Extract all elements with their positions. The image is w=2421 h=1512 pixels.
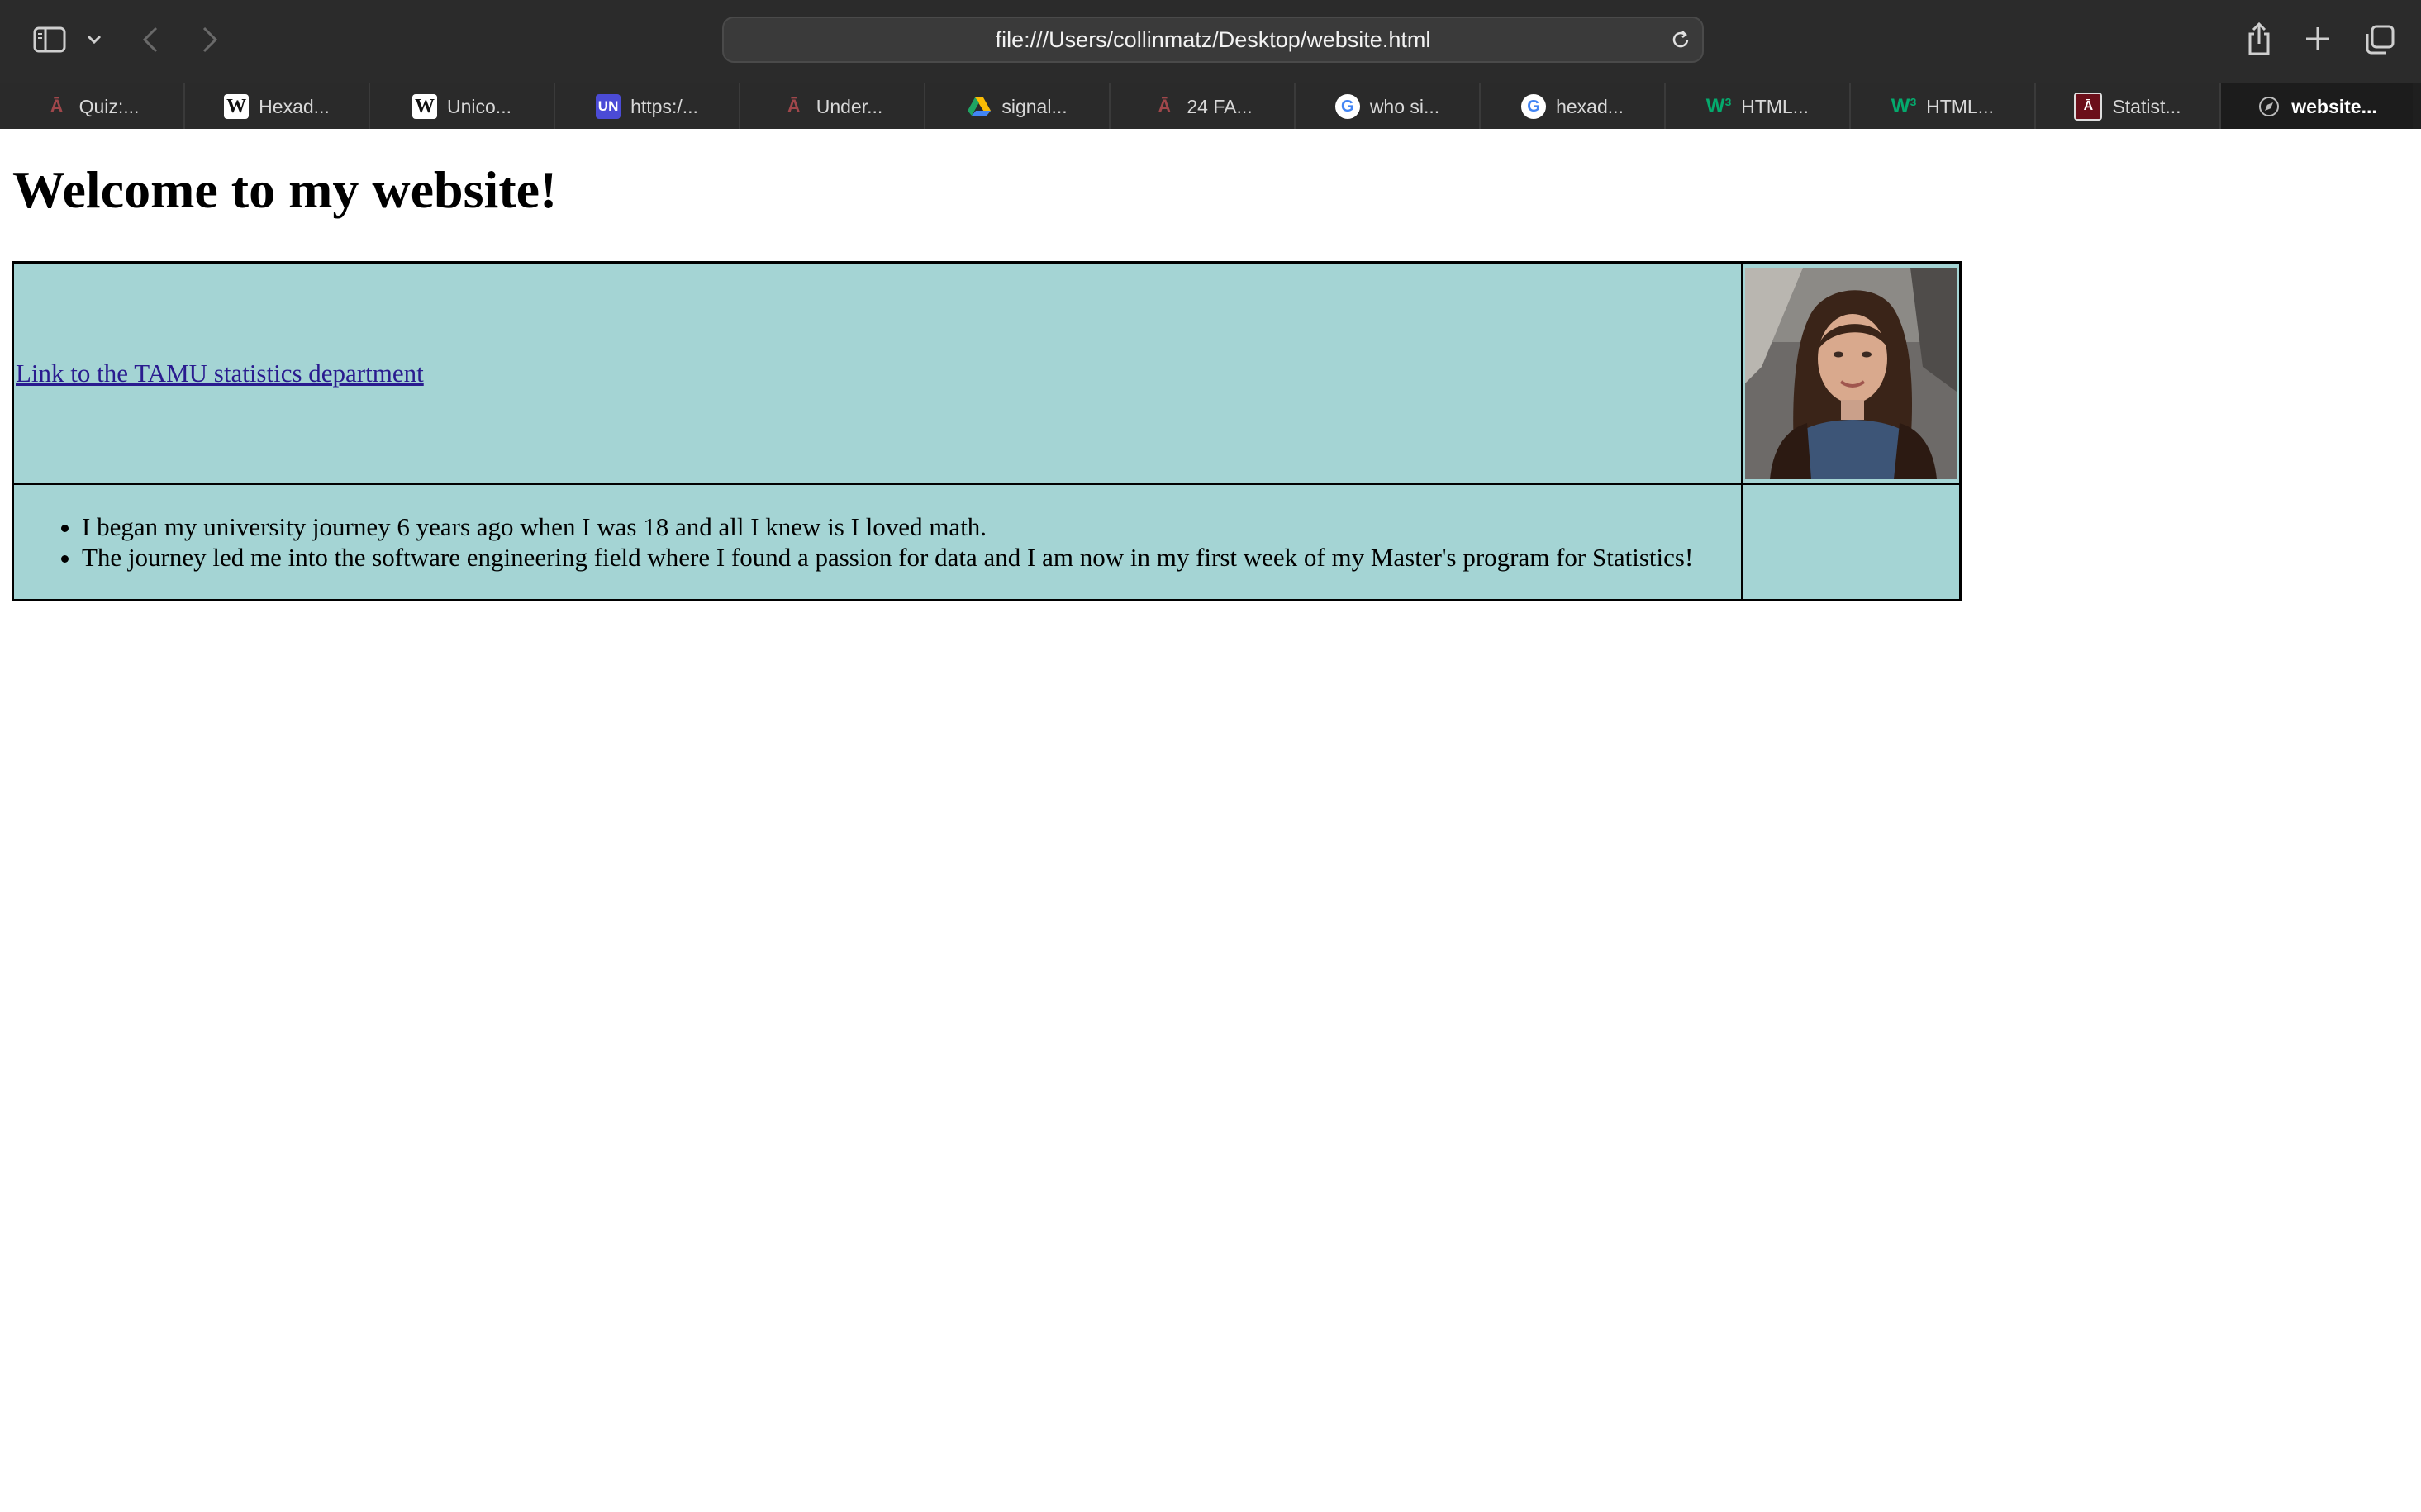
tab-who-si[interactable]: G who si... xyxy=(1296,83,1481,130)
tab-overview-icon[interactable] xyxy=(2362,21,2398,58)
google-icon: G xyxy=(1521,94,1547,119)
tab-website-active[interactable]: website... xyxy=(2221,83,2413,130)
google-icon: G xyxy=(1334,94,1360,119)
profile-photo xyxy=(1745,268,1957,479)
tab-bar: Ā Quiz:... W Hexad... W Unico... UN http… xyxy=(0,83,2421,130)
tab-label: Unico... xyxy=(447,95,511,117)
sidebar-toggle-icon[interactable] xyxy=(30,23,69,56)
tab-label: HTML... xyxy=(1926,95,1994,117)
tab-hexadecimal-wiki[interactable]: W Hexad... xyxy=(185,83,370,130)
tab-label: website... xyxy=(2291,95,2377,117)
w3schools-icon: W³ xyxy=(1705,95,1732,117)
forward-arrow-icon[interactable] xyxy=(195,21,225,58)
tamu-atm-icon: Ā xyxy=(50,96,64,116)
page-content: Welcome to my website! Link to the TAMU … xyxy=(0,129,2421,1512)
reload-icon[interactable] xyxy=(1667,26,1694,53)
wikipedia-w-icon: W xyxy=(224,94,250,119)
tab-label: HTML... xyxy=(1741,95,1809,117)
tamu-statistics-link[interactable]: Link to the TAMU statistics department xyxy=(16,359,424,388)
tab-label: Hexad... xyxy=(259,95,330,117)
tab-label: who si... xyxy=(1369,95,1440,117)
tab-24fa[interactable]: Ā 24 FA... xyxy=(1111,83,1296,130)
table-row: Link to the TAMU statistics department xyxy=(12,261,1962,485)
tab-label: signal... xyxy=(1001,95,1068,117)
empty-cell xyxy=(1741,483,1962,601)
list-item: The journey led me into the software eng… xyxy=(82,542,1741,573)
share-icon[interactable] xyxy=(2243,18,2276,59)
content-table: Link to the TAMU statistics department •… xyxy=(12,261,1962,601)
tab-label: 24 FA... xyxy=(1187,95,1253,117)
google-drive-icon xyxy=(967,94,992,119)
tab-label: https:/... xyxy=(630,95,698,117)
tamu-stat-icon: Ā xyxy=(2074,93,2103,121)
wikipedia-w-icon: W xyxy=(412,94,437,119)
tab-unicode-wiki[interactable]: W Unico... xyxy=(370,83,555,130)
link-cell: Link to the TAMU statistics department xyxy=(12,261,1743,485)
table-row: I began my university journey 6 years ag… xyxy=(12,483,1962,601)
photo-cell xyxy=(1741,261,1962,485)
journey-list: I began my university journey 6 years ag… xyxy=(14,511,1741,573)
tab-html-1[interactable]: W³ HTML... xyxy=(1666,83,1851,130)
tab-signal[interactable]: signal... xyxy=(925,83,1111,130)
new-tab-plus-icon[interactable] xyxy=(2300,21,2335,56)
tab-label: Statist... xyxy=(2112,95,2181,117)
browser-toolbar: file:///Users/collinmatz/Desktop/website… xyxy=(0,0,2421,83)
tab-under[interactable]: Ā Under... xyxy=(740,83,925,130)
tab-statistics[interactable]: Ā Statist... xyxy=(2036,83,2221,130)
tab-quiz[interactable]: Ā Quiz:... xyxy=(0,83,185,130)
tab-https[interactable]: UN https:/... xyxy=(555,83,740,130)
un-icon: UN xyxy=(596,94,621,119)
page-title: Welcome to my website! xyxy=(12,160,558,219)
list-item: I began my university journey 6 years ag… xyxy=(82,511,1741,542)
tab-html-2[interactable]: W³ HTML... xyxy=(1851,83,2036,130)
tab-label: Under... xyxy=(816,95,883,117)
journey-cell: I began my university journey 6 years ag… xyxy=(12,483,1743,601)
tab-hexad-google[interactable]: G hexad... xyxy=(1481,83,1666,130)
back-arrow-icon[interactable] xyxy=(136,21,165,58)
tab-label: hexad... xyxy=(1556,95,1624,117)
chevron-down-icon[interactable] xyxy=(83,28,106,51)
address-bar[interactable]: file:///Users/collinmatz/Desktop/website… xyxy=(722,17,1704,63)
tab-label: Quiz:... xyxy=(78,95,140,117)
w3schools-icon: W³ xyxy=(1891,95,1917,117)
compass-icon xyxy=(2257,94,2281,119)
tamu-atm-icon: Ā xyxy=(787,96,801,116)
tamu-atm-icon: Ā xyxy=(1158,96,1172,116)
address-text[interactable]: file:///Users/collinmatz/Desktop/website… xyxy=(724,18,1702,61)
